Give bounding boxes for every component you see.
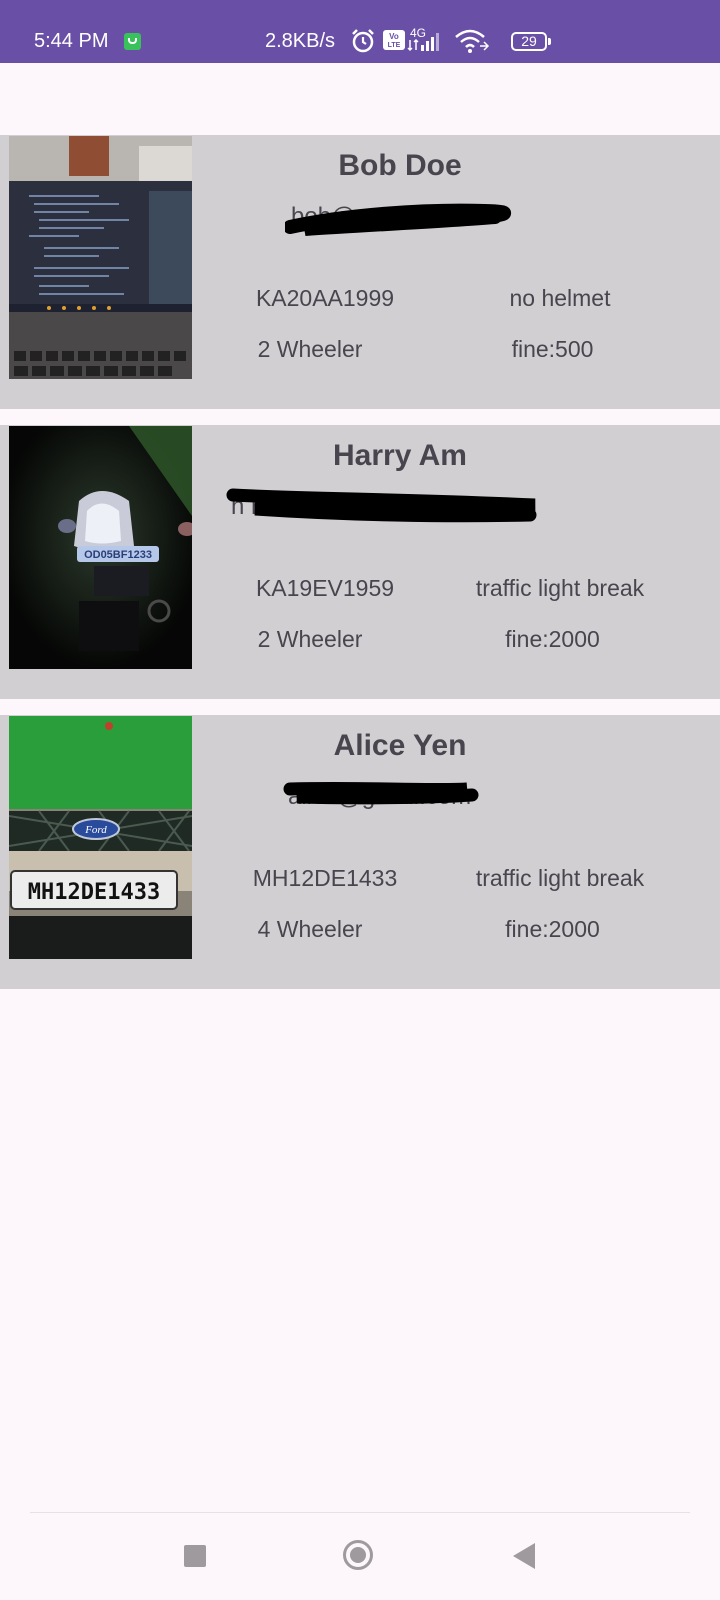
- back-button[interactable]: [513, 1543, 535, 1569]
- number-plate: KA20AA1999: [255, 285, 395, 311]
- nav-divider: [30, 1512, 690, 1513]
- violation-type: traffic light break: [475, 575, 645, 601]
- signal-icon: [407, 33, 439, 52]
- wifi-icon: [455, 29, 490, 53]
- net-speed: 2.8KB/s: [265, 30, 336, 52]
- battery-icon: 29: [511, 32, 551, 51]
- vehicle-photo[interactable]: OD05BF1233: [9, 426, 192, 669]
- fine-amount: fine:2000: [505, 916, 600, 942]
- number-plate: KA19EV1959: [255, 575, 395, 601]
- redaction-scribble: [285, 203, 511, 236]
- laptop-photo: [9, 136, 192, 379]
- vehicle-photo[interactable]: [9, 136, 192, 379]
- recents-button[interactable]: [184, 1545, 206, 1567]
- owner-name: Bob Doe: [338, 149, 462, 182]
- violation-type: no helmet: [509, 285, 611, 311]
- svg-text:Vo: Vo: [389, 32, 399, 41]
- car-badge-text: Ford: [84, 824, 107, 836]
- vehicle-type: 4 Wheeler: [257, 916, 363, 942]
- owner-name: Alice Yen: [333, 729, 467, 762]
- vehicle-type: 2 Wheeler: [257, 336, 363, 362]
- owner-email: alice@gmail.com: [282, 777, 572, 827]
- redaction-scribble: [283, 781, 479, 805]
- vehicle-photo[interactable]: Ford MH12DE1433: [9, 716, 192, 959]
- status-time: 5:44 PM: [34, 30, 109, 52]
- alarm-icon: [352, 29, 374, 53]
- svg-text:LTE: LTE: [388, 42, 401, 49]
- fine-amount: fine:2000: [505, 626, 600, 652]
- volte-icon: Vo LTE: [383, 30, 405, 50]
- status-bar: 5:44 PM 2.8KB/s Vo LTE 4G 29: [0, 0, 720, 63]
- violation-type: traffic light break: [475, 865, 645, 891]
- redaction-scribble: [226, 488, 537, 523]
- android-app-icon: [124, 33, 141, 50]
- car-photo: Ford MH12DE1433: [9, 716, 192, 959]
- home-button[interactable]: [343, 1540, 373, 1570]
- owner-name: Harry Am: [333, 439, 467, 472]
- plate-text: MH12DE1433: [28, 880, 160, 905]
- owner-email: bob@: [285, 197, 575, 247]
- fine-amount: fine:500: [511, 336, 594, 362]
- challan-card[interactable]: Bob Doe bob@ KA20AA1999 no helmet 2 Whee…: [0, 135, 720, 409]
- motorbike-photo: OD05BF1233: [9, 426, 192, 669]
- plate-text: OD05BF1233: [84, 549, 152, 561]
- challan-card[interactable]: Ford MH12DE1433 Alice Yen alice@gmail.co…: [0, 715, 720, 989]
- challan-card[interactable]: OD05BF1233 Harry Am h rnowl1 @ KA19EV195…: [0, 425, 720, 699]
- number-plate: MH12DE1433: [252, 865, 398, 891]
- owner-email: h rnowl1 @: [225, 487, 555, 537]
- vehicle-type: 2 Wheeler: [257, 626, 363, 652]
